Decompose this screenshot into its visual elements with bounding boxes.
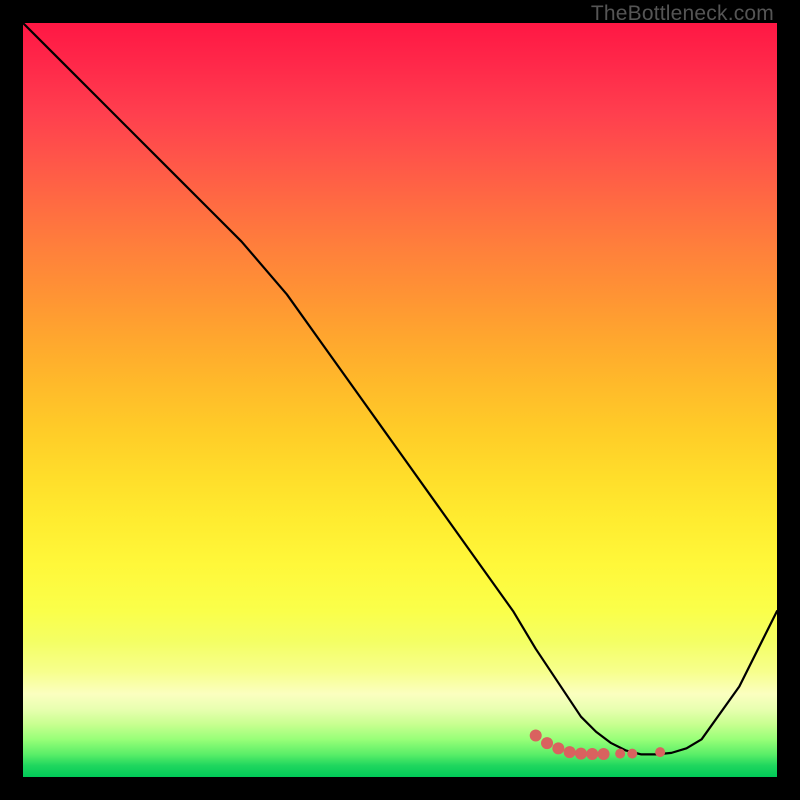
bottleneck-curve — [23, 23, 777, 754]
optimal-marker — [586, 748, 598, 760]
optimal-marker — [541, 737, 553, 749]
optimal-marker — [615, 749, 625, 759]
chart-svg — [23, 23, 777, 777]
optimal-marker — [655, 747, 665, 757]
optimal-marker — [575, 748, 587, 760]
optimal-marker — [564, 746, 576, 758]
curve-group — [23, 23, 777, 754]
optimal-marker — [627, 749, 637, 759]
optimal-marker — [598, 748, 610, 760]
optimal-marker — [552, 742, 564, 754]
optimal-marker — [530, 730, 542, 742]
